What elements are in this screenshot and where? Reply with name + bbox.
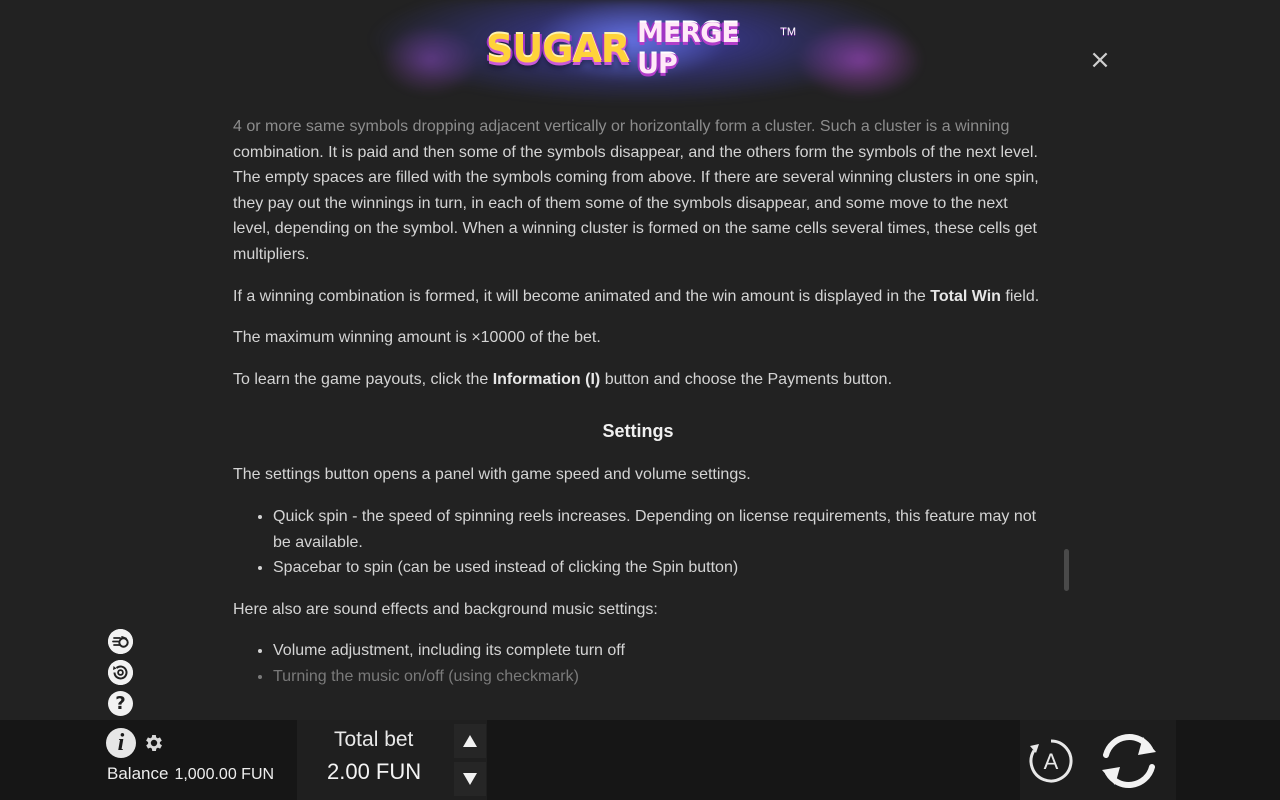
max-win-paragraph: The maximum winning amount is ×10000 of … — [233, 329, 601, 347]
list-item: Spacebar to spin (can be used instead of… — [273, 555, 1043, 581]
balance-label: Balance — [107, 764, 169, 783]
cluster-paragraph-rest: combination. It is paid and then some of… — [233, 143, 1039, 263]
payouts-paragraph-text: To learn the game payouts, click the — [233, 370, 493, 388]
win-paragraph-text: If a winning combination is formed, it w… — [233, 287, 931, 305]
bet-decrease-button[interactable] — [454, 762, 486, 796]
total-bet-value: 2.00 FUN — [327, 759, 422, 784]
settings-intro: The settings button opens a panel with g… — [233, 466, 751, 484]
sound-list: Volume adjustment, including its complet… — [233, 638, 1043, 689]
settings-list: Quick spin - the speed of spinning reels… — [233, 504, 1043, 581]
balance-value: 1,000.00 FUN — [174, 766, 275, 783]
triangle-up-icon — [463, 735, 477, 747]
bet-increase-button[interactable] — [454, 724, 486, 758]
autoplay-icon: A — [1029, 739, 1073, 783]
autoplay-label: A — [1044, 749, 1059, 774]
win-paragraph: If a winning combination is formed, it w… — [233, 284, 1043, 310]
close-icon[interactable]: × — [1088, 47, 1112, 73]
rules-content[interactable]: 4 or more same symbols dropping adjacent… — [233, 114, 1043, 706]
payouts-paragraph-end: button and choose the Payments button. — [600, 370, 893, 388]
win-paragraph-end: field. — [1000, 287, 1040, 305]
sound-intro: Here also are sound effects and backgrou… — [233, 600, 658, 618]
gear-icon[interactable] — [143, 732, 165, 754]
list-item: Volume adjustment, including its complet… — [273, 638, 1043, 664]
triangle-down-icon — [463, 773, 477, 785]
information-term: Information (I) — [492, 370, 601, 388]
spin-icon — [1102, 734, 1156, 788]
logo-word-sugar: SUGAR — [486, 27, 630, 71]
help-icon[interactable]: ? — [108, 691, 133, 716]
scrollbar-thumb[interactable] — [1064, 549, 1069, 591]
logo-trademark: TM — [780, 26, 796, 38]
list-item: Turning the music on/off (using checkmar… — [273, 664, 1043, 690]
autoplay-button[interactable]: A — [1027, 737, 1075, 785]
total-win-term: Total Win — [930, 287, 1001, 305]
logo-word-merge-up: MERGE UP — [637, 18, 740, 80]
game-logo: SUGAR MERGE UP TM — [486, 18, 796, 80]
total-bet-label: Total bet — [334, 728, 414, 751]
info-icon[interactable]: i — [106, 728, 136, 758]
list-item: Quick spin - the speed of spinning reels… — [273, 504, 1043, 555]
cluster-paragraph: 4 or more same symbols dropping adjacent… — [233, 114, 1043, 268]
payouts-paragraph: To learn the game payouts, click the Inf… — [233, 367, 1043, 393]
spin-button[interactable] — [1094, 727, 1164, 795]
fast-spin-icon[interactable] — [108, 629, 133, 654]
history-icon[interactable] — [108, 660, 133, 685]
cluster-paragraph-first-line: 4 or more same symbols dropping adjacent… — [233, 118, 1010, 135]
settings-heading: Settings — [602, 421, 674, 442]
balance-display: Balance 1,000.00 FUN — [107, 764, 274, 784]
